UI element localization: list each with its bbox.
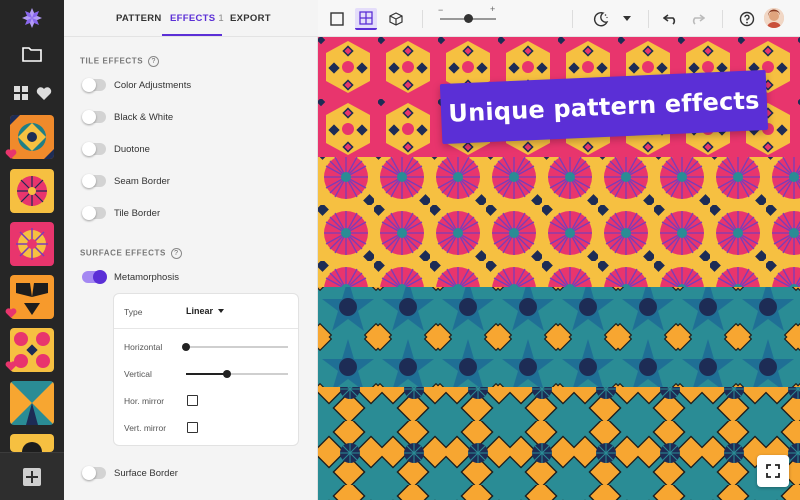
toggle-switch[interactable] (82, 110, 106, 124)
toggle-label: Tile Border (114, 207, 161, 219)
left-rail (0, 0, 64, 500)
tab-effects-label: EFFECTS (170, 13, 216, 24)
pattern-thumbnail[interactable] (10, 381, 54, 425)
vertical-label: Vertical (124, 369, 152, 379)
moon-icon[interactable] (590, 8, 612, 30)
tab-bar: PATTERN EFFECTS 1 EXPORT (64, 0, 318, 37)
surface-effects-title: SURFACE EFFECTS (80, 248, 166, 258)
toggle-label: Black & White (114, 111, 174, 123)
undo-icon[interactable] (660, 8, 682, 30)
vert-mirror-checkbox[interactable] (187, 422, 198, 433)
pattern-thumbnail[interactable] (10, 169, 54, 213)
divider (648, 10, 649, 28)
toggle-duotone[interactable]: Duotone (82, 142, 150, 156)
chevron-down-icon (218, 309, 225, 313)
toggle-switch[interactable] (82, 206, 106, 220)
slider-fill (186, 373, 227, 375)
cube-icon[interactable] (385, 8, 407, 30)
favorite-heart-icon[interactable] (5, 307, 17, 319)
slider-handle[interactable] (182, 343, 190, 351)
divider (572, 10, 573, 28)
promo-banner-text: Unique pattern effects (447, 86, 761, 128)
folder-icon[interactable] (21, 44, 43, 64)
zoom-in-label: + (490, 4, 496, 14)
surface-effects-heading: SURFACE EFFECTS? (80, 248, 182, 259)
hor-mirror-label: Hor. mirror (124, 396, 165, 406)
vert-mirror-label: Vert. mirror (124, 423, 167, 433)
toggle-seam-border[interactable]: Seam Border (82, 174, 170, 188)
type-select[interactable]: Linear (186, 306, 225, 316)
pattern-thumbnail[interactable] (10, 222, 54, 266)
favorite-heart-icon[interactable] (5, 148, 17, 160)
toggle-label: Seam Border (114, 175, 170, 187)
help-icon[interactable]: ? (170, 248, 182, 259)
tab-export[interactable]: EXPORT (230, 13, 271, 24)
tile-effects-heading: TILE EFFECTS? (80, 56, 160, 67)
slider-handle[interactable] (222, 370, 231, 378)
toggle-black-white[interactable]: Black & White (82, 110, 173, 124)
grid-icon[interactable] (12, 84, 30, 102)
pattern-thumbnail[interactable] (10, 434, 54, 452)
tab-pattern[interactable]: PATTERN (116, 13, 162, 24)
tile-effects-title: TILE EFFECTS (80, 56, 144, 66)
favorite-heart-icon[interactable] (5, 360, 17, 372)
toggle-color-adjustments[interactable]: Color Adjustments (82, 78, 191, 92)
toggle-tile-border[interactable]: Tile Border (82, 206, 160, 220)
plus-icon[interactable] (21, 466, 43, 488)
toggle-label: Surface Border (114, 467, 178, 479)
zoom-slider-handle[interactable] (464, 14, 473, 23)
divider (114, 328, 298, 329)
toggle-switch[interactable] (82, 466, 106, 480)
top-toolbar: − + (318, 0, 800, 37)
single-tile-icon[interactable] (326, 8, 348, 30)
toggle-label: Metamorphosis (114, 271, 179, 283)
tile-grid-icon[interactable] (355, 8, 377, 30)
metamorphosis-options-card: Type Linear Horizontal Vertical Hor. mir… (113, 293, 299, 446)
toggle-switch[interactable] (82, 174, 106, 188)
toggle-surface-border[interactable]: Surface Border (82, 466, 178, 480)
toggle-switch[interactable] (82, 78, 106, 92)
toggle-switch[interactable] (82, 270, 107, 284)
fullscreen-icon (766, 464, 780, 478)
heart-icon[interactable] (35, 84, 53, 102)
horizontal-slider[interactable] (182, 343, 288, 351)
horizontal-label: Horizontal (124, 342, 163, 352)
avatar[interactable] (764, 8, 784, 28)
help-icon[interactable] (736, 8, 758, 30)
hor-mirror-checkbox[interactable] (187, 395, 198, 406)
toggle-metamorphosis[interactable]: Metamorphosis (82, 270, 179, 284)
fullscreen-button[interactable] (757, 455, 789, 487)
rail-footer (0, 452, 64, 500)
star-logo-icon[interactable] (20, 6, 44, 30)
redo-icon[interactable] (686, 8, 708, 30)
type-label: Type (124, 307, 143, 317)
help-icon[interactable]: ? (148, 56, 160, 67)
toggle-label: Duotone (114, 143, 150, 155)
active-tab-indicator (162, 34, 222, 36)
type-select-value: Linear (186, 306, 214, 316)
zoom-out-label: − (438, 5, 444, 15)
toggle-label: Color Adjustments (114, 79, 192, 91)
vertical-slider[interactable] (186, 370, 288, 378)
tab-effects[interactable]: EFFECTS 1 (170, 13, 224, 24)
divider (722, 10, 723, 28)
divider (422, 10, 423, 28)
toggle-switch[interactable] (82, 142, 106, 156)
theme-dropdown-chevron-icon[interactable] (616, 8, 638, 30)
tab-effects-count: 1 (218, 13, 224, 24)
